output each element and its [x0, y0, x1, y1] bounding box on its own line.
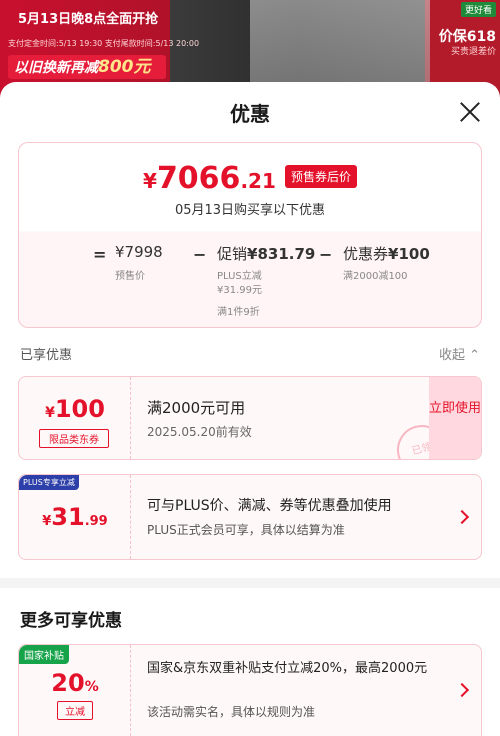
amount-decimal: .99	[84, 514, 108, 529]
purchase-date-note: 05月13日购买享以下优惠	[174, 203, 326, 218]
presale-price-label: 预售价	[115, 271, 145, 282]
plus-discount-label: PLUS立减	[217, 271, 262, 282]
banner-trade-in: 以旧换新再减800元	[8, 55, 166, 79]
price-decimal: .21	[240, 169, 276, 193]
coupon-scope-badge: 限品类东券	[39, 429, 109, 448]
discount-sheet: 优惠 ¥7066.21 预售券后价 05月13日购买享以下优惠 = ¥7998 …	[0, 82, 500, 736]
gov-subsidy-tag: 国家补贴	[19, 645, 69, 664]
equals-sign: =	[93, 245, 107, 264]
coupon-value: ¥100	[19, 395, 131, 423]
promo-amount: ¥831.79	[247, 245, 316, 263]
plus-discount-card[interactable]: PLUS专享立减 ¥31.99 可与PLUS价、满减、券等优惠叠加使用 PLUS…	[18, 474, 482, 560]
coupon-amount: ¥100	[388, 245, 430, 263]
coupon-label: 优惠券	[343, 245, 389, 263]
plus-tag: PLUS专享立减	[19, 475, 79, 490]
promo-discount: 促销¥831.79	[217, 243, 315, 264]
subsidy-kind-badge: 立减	[57, 701, 93, 720]
currency-symbol: ¥	[143, 169, 157, 193]
coupon-condition: 满2000元可用	[147, 399, 246, 417]
chevron-right-icon	[454, 509, 470, 525]
banner-trade-in-label: 以旧换新再减	[14, 60, 98, 76]
subsidy-percent: 20	[51, 669, 85, 697]
more-offers-title: 更多可享优惠	[20, 611, 122, 631]
final-price-row: ¥7066.21 预售券后价	[19, 161, 481, 196]
currency-symbol: ¥	[45, 405, 55, 421]
plus-discount-amount: ¥31.99元	[217, 285, 262, 296]
banner-sale-time: 5月13日晚8点全面开抢	[18, 12, 159, 27]
sheet-title: 优惠	[230, 102, 270, 126]
banner-trade-in-amount: 800元	[98, 57, 151, 77]
collapse-label: 收起	[438, 348, 465, 363]
price-type-badge: 预售券后价	[284, 165, 357, 188]
plus-discount-value: ¥31.99	[19, 503, 131, 531]
enjoyed-title: 已享优惠	[20, 348, 73, 363]
use-now-button[interactable]: 立即使用	[429, 377, 481, 459]
coupon-condition: 满2000减100	[343, 271, 408, 282]
price-breakdown: = ¥7998 预售价 − 促销¥831.79 PLUS立减 ¥31.99元 满…	[93, 241, 473, 323]
subsidy-value: 20%	[19, 669, 131, 697]
minus-sign: −	[319, 245, 333, 264]
final-price: ¥7066.21	[143, 161, 276, 196]
enjoyed-section-header: 已享优惠 收起 ⌃	[20, 344, 480, 364]
banner-guarantee-title: 价保618	[438, 29, 496, 45]
price-summary-card: ¥7066.21 预售券后价 05月13日购买享以下优惠 = ¥7998 预售价…	[18, 142, 482, 328]
banner-badge: 更好看	[460, 2, 496, 17]
quantity-discount: 满1件9折	[217, 307, 260, 318]
subsidy-note: 该活动需实名，具体以规则为准	[147, 705, 316, 719]
promo-label: 促销	[217, 245, 248, 263]
subsidy-description: 国家&京东双重补贴支付立减20%，最高2000元	[147, 661, 428, 676]
coupon-amount: 100	[54, 395, 105, 423]
chevron-right-icon	[454, 682, 470, 698]
chevron-up-icon: ⌃	[469, 348, 480, 363]
amount-integer: 31	[51, 503, 85, 531]
banner-payment-times: 支付定金时间:5/13 19:30 支付尾款时间:5/13 20:00	[8, 39, 200, 48]
plus-description: 可与PLUS价、满减、券等优惠叠加使用	[147, 498, 392, 514]
presale-price: ¥7998	[115, 243, 163, 261]
price-integer: 7066	[156, 161, 241, 196]
subsidy-card[interactable]: 国家补贴 20% 立减 国家&京东双重补贴支付立减20%，最高2000元 该活动…	[18, 644, 482, 736]
banner-guarantee-sub: 买贵退差价	[450, 47, 496, 57]
section-divider	[0, 578, 500, 588]
currency-symbol: ¥	[42, 514, 52, 529]
coupon-expiry: 2025.05.20前有效	[147, 425, 252, 439]
collapse-toggle[interactable]: 收起 ⌃	[439, 344, 480, 363]
plus-note: PLUS正式会员可享，具体以结算为准	[147, 523, 345, 537]
percent-sign: %	[84, 679, 99, 695]
close-icon[interactable]	[458, 100, 482, 124]
coupon-discount: 优惠券¥100	[343, 243, 430, 264]
minus-sign: −	[193, 245, 207, 264]
coupon-card: ¥100 限品类东券 满2000元可用 2025.05.20前有效 已领 立即使…	[18, 376, 482, 460]
